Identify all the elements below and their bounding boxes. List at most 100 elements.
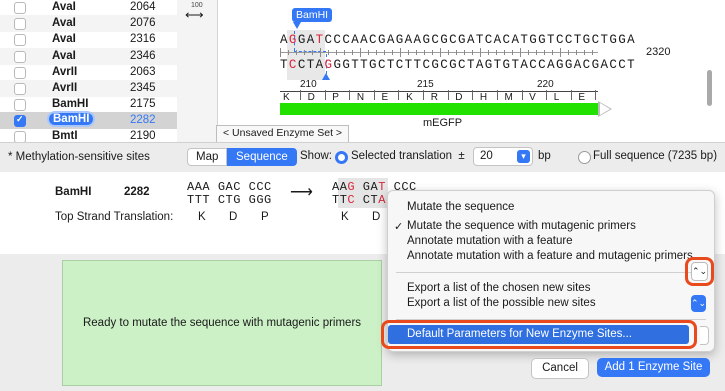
amino-acid: E	[578, 92, 586, 103]
ruler-tick	[560, 48, 561, 57]
full-sequence-radio[interactable]	[578, 151, 591, 164]
menu-item-export-chosen[interactable]: Export a list of the chosen new sites	[407, 282, 590, 294]
tab-map[interactable]: Map	[187, 148, 228, 166]
ruler-tick	[536, 50, 537, 55]
menu-item-annotate-primers[interactable]: Annotate mutation with a feature and mut…	[407, 250, 693, 262]
enzyme-name: AvaI	[52, 33, 76, 46]
enzyme-position: 2345	[130, 81, 156, 94]
table-row[interactable]: AvrII 2063	[0, 64, 177, 81]
row-checkbox[interactable]	[14, 99, 26, 112]
export-stepper-icon[interactable]: ⌃⌄	[691, 295, 706, 312]
ruler-tick	[520, 48, 521, 57]
orig-aa-3: P	[261, 211, 269, 223]
cut-marker-bottom-icon	[322, 73, 330, 80]
row-checkbox[interactable]	[14, 2, 26, 14]
flank-select[interactable]: 20 ▾	[473, 147, 533, 166]
bp-label: bp	[538, 150, 551, 162]
row-checkbox[interactable]	[14, 50, 26, 63]
table-row[interactable]: AvaI 2064	[0, 0, 177, 16]
ruler-tick	[424, 50, 425, 55]
ruler-tick	[448, 50, 449, 55]
enzyme-name: AvaI	[52, 49, 76, 62]
enzyme-position: 2064	[130, 1, 156, 13]
amino-acid: K	[406, 92, 413, 103]
ruler-tick	[592, 50, 593, 55]
ruler-tick	[392, 50, 393, 55]
vertical-scrollbar[interactable]	[707, 70, 712, 106]
ruler-tick	[368, 50, 369, 55]
codon-divider	[300, 90, 301, 100]
ruler-tick	[336, 50, 337, 55]
menu-separator	[396, 272, 706, 273]
amino-acid: N	[356, 92, 365, 103]
codon-divider	[546, 90, 548, 100]
checkmark-icon: ✓	[394, 221, 404, 233]
ruler-tick	[312, 50, 313, 55]
ruler-tick	[344, 50, 345, 55]
ruler-tick	[552, 50, 553, 55]
ruler-label-210: 210	[300, 79, 317, 90]
full-sequence-label: Full sequence (7235 bp)	[593, 150, 718, 162]
menu-item-export-possible[interactable]: Export a list of the possible new sites	[407, 297, 596, 309]
ruler-tick	[280, 48, 281, 57]
ruler-tick	[360, 48, 361, 57]
enzyme-position: 2316	[130, 33, 156, 46]
feature-bar[interactable]	[280, 103, 598, 115]
ruler-tick	[512, 50, 513, 55]
orig-aa-2: D	[229, 211, 238, 223]
width-arrows-icon[interactable]: ⟷	[185, 7, 204, 23]
ruler-tick	[568, 50, 569, 55]
detail-position: 2282	[124, 186, 150, 198]
row-checkbox[interactable]	[14, 34, 26, 47]
add-enzyme-site-button[interactable]: Add 1 Enzyme Site	[597, 358, 710, 377]
table-row[interactable]: AvaI 2346	[0, 47, 177, 65]
ruler-tick	[456, 50, 457, 55]
row-checkbox[interactable]	[14, 82, 26, 95]
orig-aa-1: K	[198, 211, 206, 223]
tab-sequence[interactable]: Sequence	[227, 148, 297, 166]
feature-label: mEGFP	[423, 117, 463, 129]
table-row[interactable]: BamHI 2175	[0, 96, 177, 113]
methylation-note: * Methylation-sensitive sites	[8, 151, 150, 163]
row-checkbox[interactable]	[14, 66, 26, 79]
new-aa-1: K	[341, 211, 349, 223]
selected-translation-label: Selected translation ±	[351, 150, 465, 162]
enzyme-site-label[interactable]: BamHI	[292, 8, 333, 22]
ruler-tick	[480, 48, 481, 57]
table-row[interactable]: AvaI 2076	[0, 15, 177, 33]
table-row[interactable]: BamHI 2282	[0, 112, 177, 130]
show-label: Show:	[300, 150, 332, 162]
codon-divider	[398, 90, 400, 100]
table-row[interactable]: AvrII 2345	[0, 79, 177, 98]
row-checkbox[interactable]	[14, 114, 26, 128]
ruler-tick	[376, 50, 377, 55]
table-row[interactable]: BmtI 2190	[0, 128, 177, 142]
amino-acid: K	[283, 92, 290, 103]
ruler-tick	[464, 50, 465, 55]
original-top-codons: AAA GAC CCC	[187, 180, 272, 194]
menu-item-mutate[interactable]: Mutate the sequence	[407, 201, 514, 213]
stepper-up-down-icon[interactable]: ⌃⌄	[691, 262, 708, 281]
ruler-label-215: 215	[417, 79, 434, 90]
enzyme-position: 2282	[130, 114, 156, 127]
amino-acid: E	[381, 92, 389, 103]
codon-divider	[373, 90, 375, 100]
amino-acid: V	[529, 92, 536, 103]
cancel-button[interactable]: Cancel	[531, 358, 589, 379]
codon-divider	[595, 90, 597, 100]
end-position: 2320	[646, 46, 671, 58]
codon-divider	[324, 90, 326, 100]
menu-item-annotate[interactable]: Annotate mutation with a feature	[407, 235, 573, 247]
status-text: Ready to mutate the sequence with mutage…	[82, 317, 362, 329]
enzyme-set-tab[interactable]: < Unsaved Enzyme Set >	[216, 125, 350, 143]
flank-value: 20	[480, 150, 493, 162]
selected-translation-radio[interactable]	[335, 151, 348, 164]
table-row[interactable]: AvaI 2316	[0, 31, 177, 48]
ruler-tick	[584, 50, 585, 55]
menu-item-mutate-primers[interactable]: Mutate the sequence with mutagenic prime…	[407, 220, 636, 232]
ruler-tick	[328, 50, 329, 55]
enzyme-site-table: AvaI 2064 AvaI 2076 AvaI 2316 AvaI 2346 AvrII 206…	[0, 0, 178, 142]
amino-acid: D	[307, 92, 315, 103]
row-checkbox[interactable]	[14, 131, 26, 142]
row-checkbox[interactable]	[14, 18, 26, 31]
